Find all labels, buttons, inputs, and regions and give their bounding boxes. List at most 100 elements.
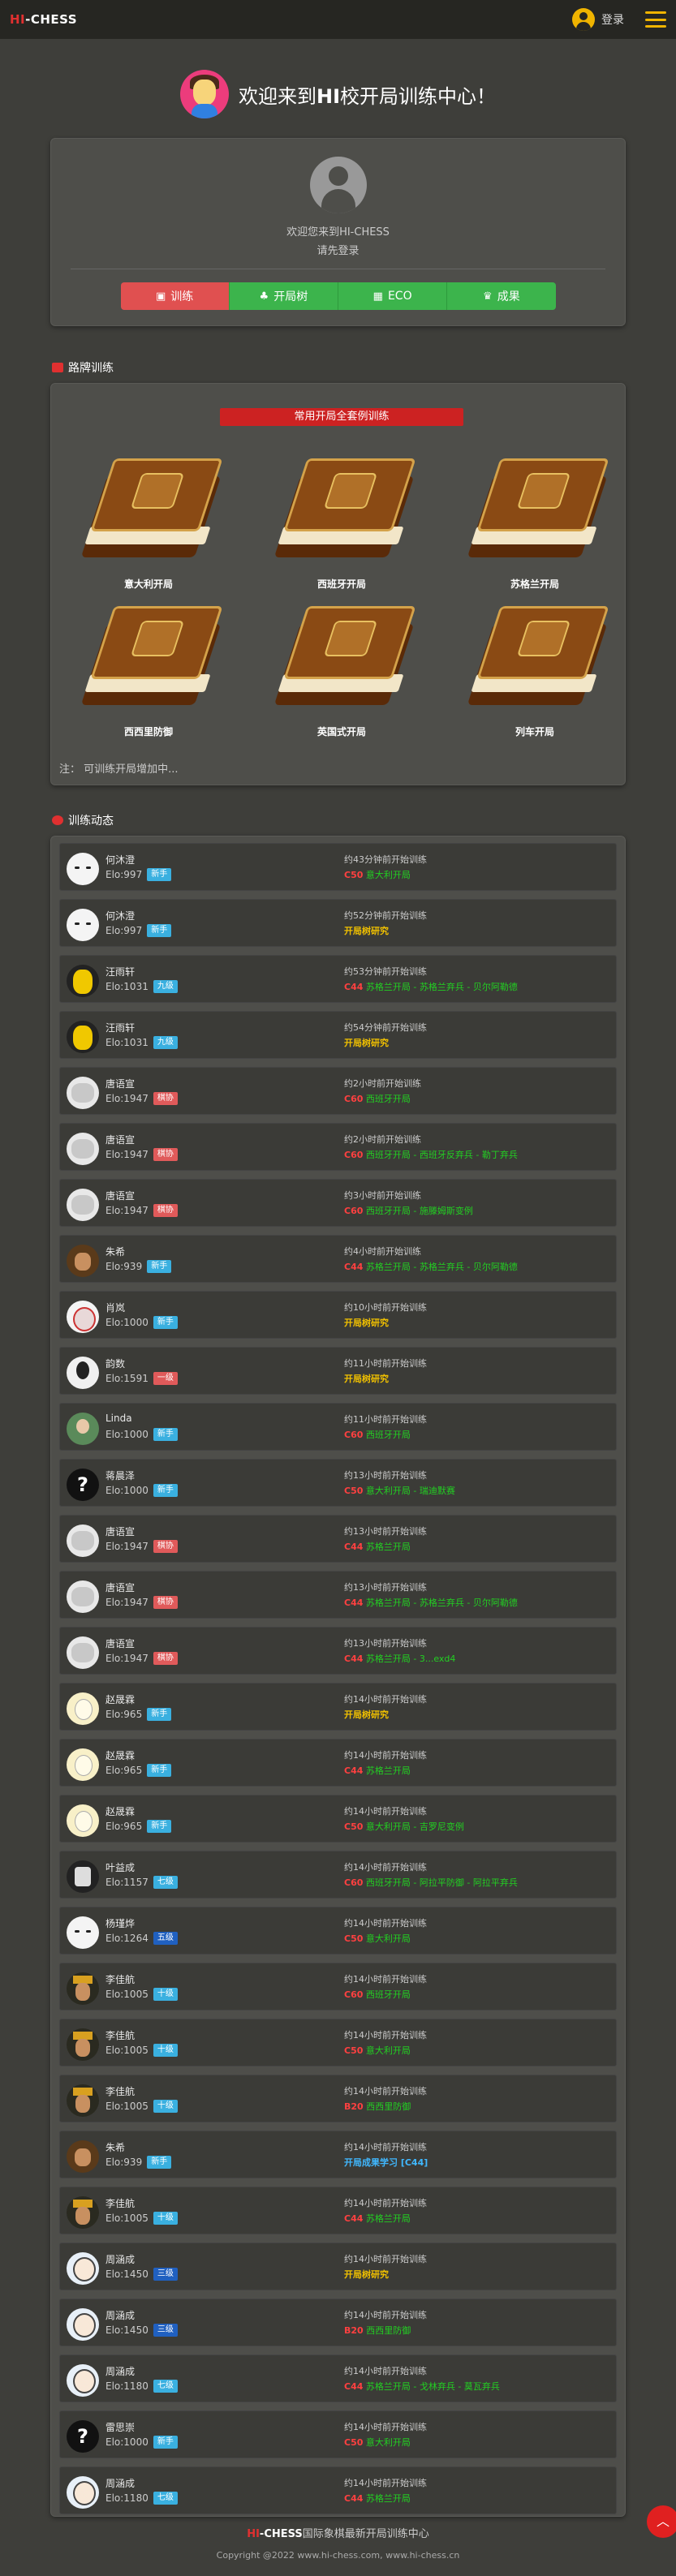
user-avatar[interactable]	[67, 2084, 99, 2117]
user-name[interactable]: 韵数	[105, 1357, 125, 1370]
activity-description[interactable]: 开局成果学习 [C44]	[344, 2156, 428, 2169]
user-avatar[interactable]	[67, 1021, 99, 1053]
activity-description[interactable]: C44 苏格兰开局	[344, 2492, 411, 2505]
feed-row[interactable]: 李佳航 Elo:1005 十级 约14小时前开始训练 C44 苏格兰开局	[59, 2187, 617, 2234]
user-name[interactable]: 赵晟霖	[105, 1804, 135, 1818]
route-spanish[interactable]: 西班牙开局	[260, 452, 423, 591]
user-avatar[interactable]	[67, 965, 99, 997]
user-avatar[interactable]	[67, 2196, 99, 2229]
user-name[interactable]: 周涵成	[105, 2252, 135, 2266]
back-to-top-button[interactable]: ︿	[647, 2505, 676, 2538]
activity-description[interactable]: C44 苏格兰开局 - 苏格兰弃兵 - 贝尔阿勒德	[344, 1260, 518, 1273]
feed-row[interactable]: 唐语宣 Elo:1947 棋协 约13小时前开始训练 C44 苏格兰开局 - 苏…	[59, 1571, 617, 1619]
user-name[interactable]: 周涵成	[105, 2308, 135, 2322]
feed-row[interactable]: 肖岚 Elo:1000 新手 约10小时前开始训练 开局树研究	[59, 1291, 617, 1339]
activity-description[interactable]: B20 西西里防御	[344, 2324, 411, 2337]
site-logo[interactable]: HI-CHESS	[10, 12, 77, 27]
feed-row[interactable]: Linda Elo:1000 新手 约11小时前开始训练 C60 西班牙开局	[59, 1403, 617, 1451]
user-name[interactable]: 赵晟霖	[105, 1692, 135, 1706]
activity-description[interactable]: 开局树研究	[344, 1316, 389, 1329]
user-avatar[interactable]	[67, 1916, 99, 1949]
activity-description[interactable]: C44 苏格兰开局	[344, 1764, 411, 1777]
activity-description[interactable]: 开局树研究	[344, 1708, 389, 1721]
user-avatar[interactable]	[67, 1413, 99, 1445]
feed-row[interactable]: 唐语宣 Elo:1947 棋协 约2小时前开始训练 C60 西班牙开局 - 西班…	[59, 1123, 617, 1171]
feed-row[interactable]: 周涵成 Elo:1180 七级 约14小时前开始训练 C44 苏格兰开局 - 戈…	[59, 2355, 617, 2402]
user-avatar[interactable]	[67, 2308, 99, 2341]
activity-description[interactable]: C50 意大利开局	[344, 868, 411, 881]
tab-eco[interactable]: ▦ ECO	[338, 282, 448, 310]
user-name[interactable]: 唐语宣	[105, 1077, 135, 1090]
user-avatar[interactable]	[67, 2476, 99, 2509]
user-name[interactable]: 李佳航	[105, 2028, 135, 2042]
activity-description[interactable]: 开局树研究	[344, 1036, 389, 1049]
user-name[interactable]: 唐语宣	[105, 1525, 135, 1538]
user-avatar[interactable]	[67, 1133, 99, 1165]
feed-row[interactable]: ? 雷思崇 Elo:1000 新手 约14小时前开始训练 C50 意大利开局	[59, 2410, 617, 2458]
route-sicilian[interactable]: 西西里防御	[67, 600, 230, 738]
user-avatar[interactable]	[67, 1525, 99, 1557]
activity-description[interactable]: C44 苏格兰开局 - 3...exd4	[344, 1652, 455, 1665]
user-name[interactable]: 唐语宣	[105, 1636, 135, 1650]
user-avatar[interactable]	[67, 1189, 99, 1221]
route-english[interactable]: 英国式开局	[260, 600, 423, 738]
feed-row[interactable]: 杨瑾烨 Elo:1264 五级 约14小时前开始训练 C50 意大利开局	[59, 1907, 617, 1955]
user-name[interactable]: 周涵成	[105, 2476, 135, 2490]
feed-row[interactable]: ? 蒋晨泽 Elo:1000 新手 约13小时前开始训练 C50 意大利开局 -…	[59, 1459, 617, 1507]
feed-row[interactable]: 何沐澄 Elo:997 新手 约52分钟前开始训练 开局树研究	[59, 899, 617, 947]
user-avatar[interactable]	[67, 853, 99, 885]
login-prompt[interactable]: 请先登录	[51, 242, 625, 257]
user-name[interactable]: 李佳航	[105, 1972, 135, 1986]
routes-banner[interactable]: 常用开局全套例训练	[220, 408, 463, 426]
feed-row[interactable]: 唐语宣 Elo:1947 棋协 约13小时前开始训练 C44 苏格兰开局 - 3…	[59, 1627, 617, 1675]
activity-description[interactable]: 开局树研究	[344, 2268, 389, 2281]
route-scotch[interactable]: 苏格兰开局	[454, 452, 616, 591]
activity-description[interactable]: C44 苏格兰开局 - 苏格兰弃兵 - 贝尔阿勒德	[344, 980, 518, 993]
user-avatar[interactable]	[67, 1077, 99, 1109]
user-name[interactable]: 叶益成	[105, 1860, 135, 1874]
user-name[interactable]: 汪雨轩	[105, 1021, 135, 1034]
activity-description[interactable]: C50 意大利开局	[344, 1932, 411, 1945]
user-avatar[interactable]	[67, 1860, 99, 1893]
feed-row[interactable]: 唐语宣 Elo:1947 棋协 约13小时前开始训练 C44 苏格兰开局	[59, 1515, 617, 1563]
feed-row[interactable]: 汪雨轩 Elo:1031 九级 约54分钟前开始训练 开局树研究	[59, 1011, 617, 1059]
user-avatar[interactable]	[67, 2364, 99, 2397]
feed-row[interactable]: 朱希 Elo:939 新手 约4小时前开始训练 C44 苏格兰开局 - 苏格兰弃…	[59, 1235, 617, 1283]
activity-description[interactable]: C60 西班牙开局	[344, 1092, 411, 1105]
activity-description[interactable]: C44 苏格兰开局 - 戈林弃兵 - 莫瓦弃兵	[344, 2380, 500, 2393]
tab-opening-tree[interactable]: ♣ 开局树	[229, 282, 338, 310]
user-avatar[interactable]	[67, 1245, 99, 1277]
user-name[interactable]: 杨瑾烨	[105, 1916, 135, 1930]
user-name[interactable]: 李佳航	[105, 2084, 135, 2098]
user-name[interactable]: 李佳航	[105, 2196, 135, 2210]
tab-results[interactable]: ♛ 成果	[447, 282, 556, 310]
feed-row[interactable]: 朱希 Elo:939 新手 约14小时前开始训练 开局成果学习 [C44]	[59, 2131, 617, 2178]
feed-row[interactable]: 唐语宣 Elo:1947 棋协 约2小时前开始训练 C60 西班牙开局	[59, 1067, 617, 1115]
activity-description[interactable]: 开局树研究	[344, 1372, 389, 1385]
activity-description[interactable]: C50 意大利开局 - 瑞迪默赛	[344, 1484, 455, 1497]
activity-description[interactable]: C50 意大利开局 - 吉罗尼变例	[344, 1820, 464, 1833]
user-name[interactable]: 雷思崇	[105, 2420, 135, 2434]
activity-description[interactable]: C60 西班牙开局 - 施滕姆斯变例	[344, 1204, 473, 1217]
feed-row[interactable]: 唐语宣 Elo:1947 棋协 约3小时前开始训练 C60 西班牙开局 - 施滕…	[59, 1179, 617, 1227]
user-avatar[interactable]	[67, 2140, 99, 2173]
user-name[interactable]: 唐语宣	[105, 1189, 135, 1202]
user-avatar[interactable]	[67, 1748, 99, 1781]
user-avatar[interactable]	[67, 1357, 99, 1389]
feed-row[interactable]: 韵数 Elo:1591 一级 约11小时前开始训练 开局树研究	[59, 1347, 617, 1395]
user-avatar[interactable]	[67, 1804, 99, 1837]
route-italian[interactable]: 意大利开局	[67, 452, 230, 591]
user-avatar[interactable]	[67, 1972, 99, 2005]
feed-row[interactable]: 周涵成 Elo:1450 三级 约14小时前开始训练 B20 西西里防御	[59, 2299, 617, 2346]
user-avatar[interactable]	[67, 1301, 99, 1333]
user-name[interactable]: Linda	[105, 1413, 132, 1424]
activity-description[interactable]: C60 西班牙开局	[344, 1988, 411, 2001]
activity-description[interactable]: B20 西西里防御	[344, 2100, 411, 2113]
activity-description[interactable]: C50 意大利开局	[344, 2436, 411, 2449]
user-name[interactable]: 唐语宣	[105, 1133, 135, 1146]
route-train[interactable]: 列车开局	[454, 600, 616, 738]
user-name[interactable]: 赵晟霖	[105, 1748, 135, 1762]
feed-row[interactable]: 周涵成 Elo:1180 七级 约14小时前开始训练 C44 苏格兰开局	[59, 2466, 617, 2514]
feed-row[interactable]: 汪雨轩 Elo:1031 九级 约53分钟前开始训练 C44 苏格兰开局 - 苏…	[59, 955, 617, 1003]
user-avatar[interactable]	[67, 2028, 99, 2061]
